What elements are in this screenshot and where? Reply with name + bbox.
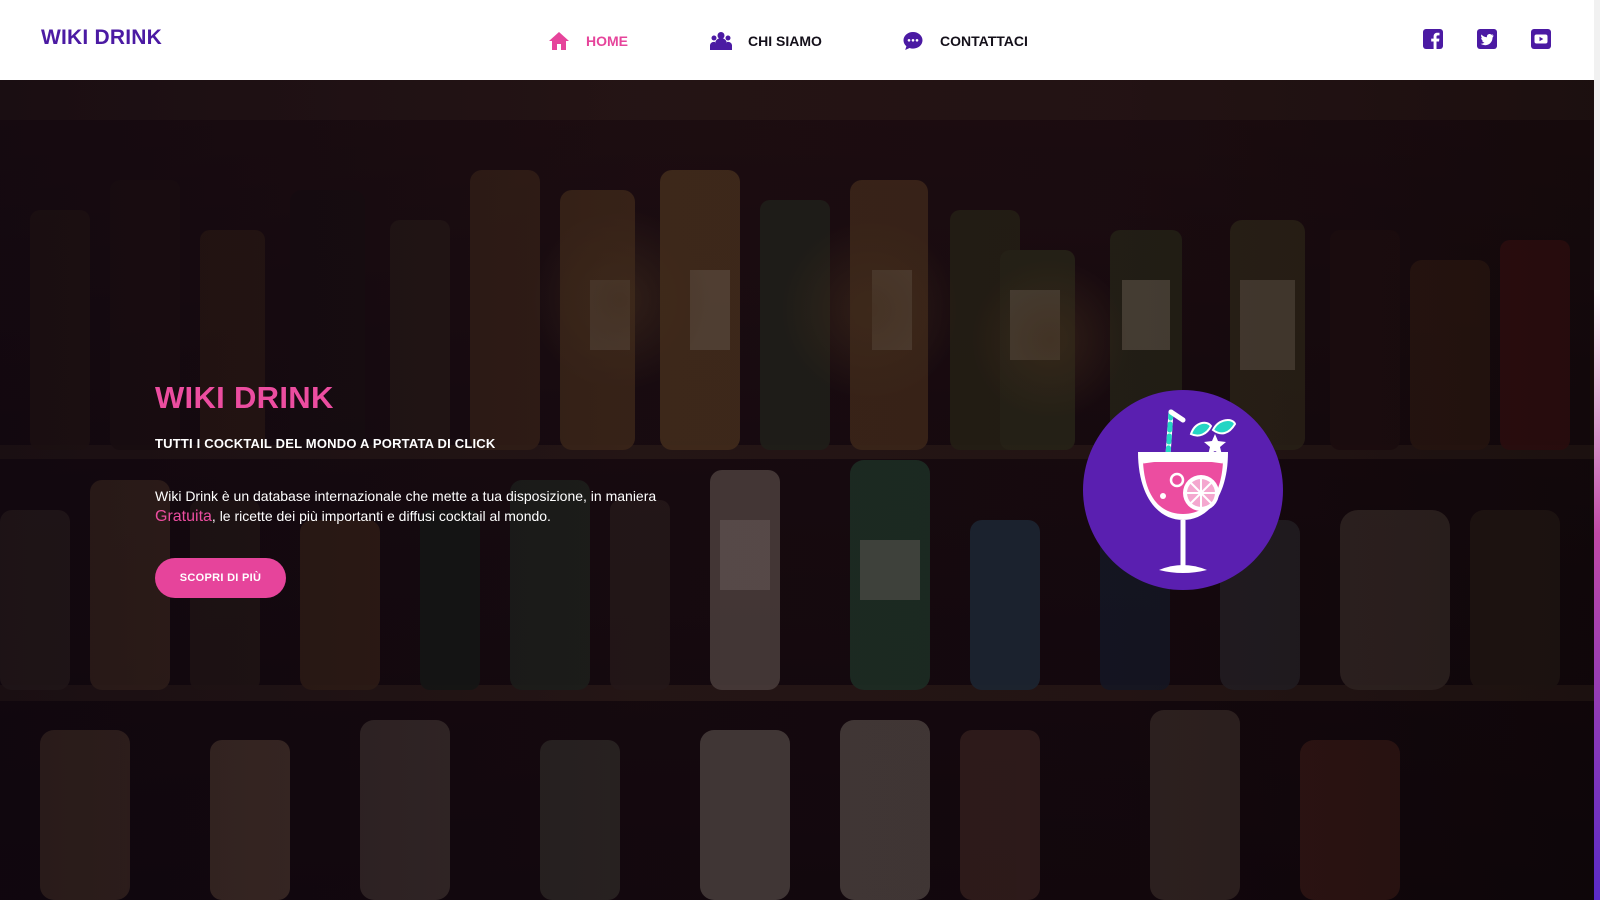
facebook-icon[interactable]	[1422, 28, 1446, 52]
nav-home-label: HOME	[586, 33, 628, 49]
nav-home[interactable]: HOME	[546, 28, 628, 54]
nav-chi-siamo[interactable]: CHI SIAMO	[708, 28, 822, 54]
chat-icon	[900, 28, 926, 54]
nav-contattaci-label: CONTATTACI	[940, 33, 1028, 49]
nav-contattaci[interactable]: CONTATTACI	[900, 28, 1028, 54]
cocktail-glass-icon	[1083, 390, 1283, 590]
hero-description-part2: , le ricette dei più importanti e diffus…	[211, 508, 551, 524]
hero-description: Wiki Drink è un database internazionale …	[155, 486, 675, 527]
youtube-icon[interactable]	[1530, 28, 1554, 52]
hero-title: WIKI DRINK	[155, 380, 334, 415]
home-icon	[546, 28, 572, 54]
hero-subtitle: TUTTI I COCKTAIL DEL MONDO A PORTATA DI …	[155, 436, 496, 451]
top-navbar: WIKI DRINK HOME CHI SIAMO CONTATTACI	[0, 0, 1594, 80]
hero-description-part1: Wiki Drink è un database internazionale …	[155, 488, 657, 504]
page-scrollbar[interactable]	[1594, 0, 1600, 900]
scopri-di-piu-button[interactable]: SCOPRI DI PIÙ	[155, 558, 286, 598]
users-icon	[708, 28, 734, 54]
scrollbar-thumb[interactable]	[1594, 290, 1600, 900]
nav-chi-siamo-label: CHI SIAMO	[748, 33, 822, 49]
twitter-icon[interactable]	[1476, 28, 1500, 52]
hero-description-highlight: Gratuita	[155, 508, 212, 525]
brand-logo[interactable]: WIKI DRINK	[41, 26, 162, 50]
hero-section: WIKI DRINK TUTTI I COCKTAIL DEL MONDO A …	[0, 80, 1594, 900]
